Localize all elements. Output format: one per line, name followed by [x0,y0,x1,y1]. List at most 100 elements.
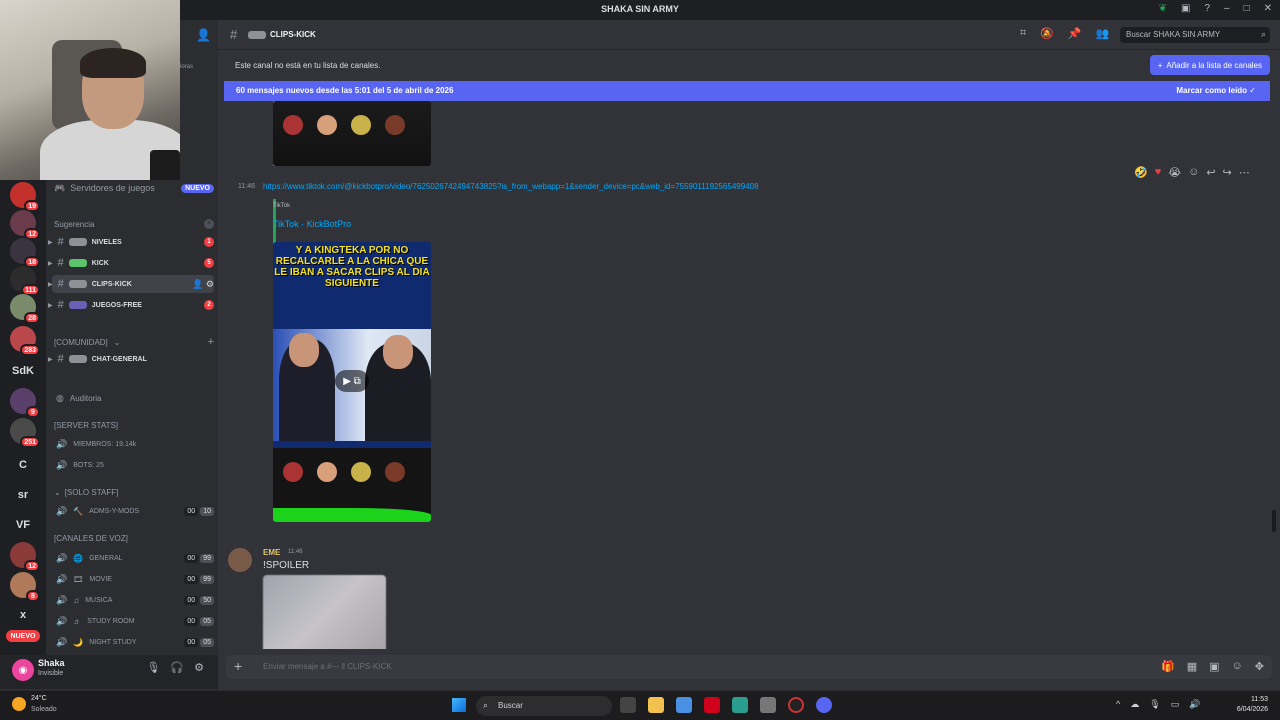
server-icon[interactable]: 12 [10,542,40,572]
maximize-button[interactable]: □ [1244,3,1250,14]
server-icon[interactable]: 283 [10,326,40,356]
server-icon[interactable]: 9 [10,388,40,418]
more-icon[interactable]: ⋯ [1239,166,1250,179]
avatar[interactable] [228,548,252,572]
avatar[interactable]: ◉ [12,659,34,681]
server-icon[interactable]: 12 [10,210,40,240]
category-server-stats[interactable]: [SERVER STATS] [54,421,214,430]
settings-icon[interactable]: ⚙ [194,661,204,674]
voice-channel-movie[interactable]: 🔊 🎞 MOVIE 00 99 [56,571,214,587]
help-icon[interactable]: ? [1204,3,1210,14]
gift-icon[interactable]: 🎁 [1161,660,1175,673]
server-icon[interactable]: 8 [10,572,40,602]
channel-niveles[interactable]: ▶ # NIVELES 1 [48,233,214,251]
weather-sun-icon[interactable] [12,697,26,711]
gif-icon[interactable]: ▦ [1187,660,1197,673]
app-icon[interactable] [704,697,720,713]
laugh-reaction-icon[interactable]: 🤣 [1134,166,1148,179]
server-x[interactable]: x [10,602,36,628]
embed-image-previous[interactable] [273,101,431,166]
voice-channel-night-study[interactable]: 🔊 🌙 NIGHT STUDY 00 05 [56,634,214,650]
threads-icon[interactable]: ⌗ [1020,27,1026,40]
message-composer[interactable]: + Enviar mensaje a #--- ‖ CLIPS-KICK 🎁 ▦… [226,655,1272,679]
server-c[interactable]: C [10,452,36,478]
voice-channel-study-room[interactable]: 🔊 ♬ STUDY ROOM 00 05 [56,613,214,629]
voice-channel-bots[interactable]: 🔊 BOTS: 25 [56,457,214,473]
close-button[interactable]: ✕ [1264,3,1272,14]
heart-reaction-icon[interactable]: ♥ [1155,166,1162,179]
discord-icon[interactable] [816,697,832,713]
monitor-icon[interactable]: ▭ [1171,699,1180,710]
server-icon[interactable]: 19 [10,182,40,212]
mark-read-button[interactable]: Marcar como leído ✓ [1176,86,1256,95]
task-view-icon[interactable] [620,697,636,713]
channel-clips-kick[interactable]: ▶ # CLIPS-KICK 👤 ⚙ [48,275,214,293]
hash-icon: # [57,236,64,248]
channel-juegos-free[interactable]: ▶ # JUEGOS-FREE 2 [48,296,214,314]
app-icon[interactable] [676,697,692,713]
server-icon[interactable]: 18 [10,238,40,268]
microphone-icon[interactable]: 🎙 [146,661,160,674]
chevron-up-icon[interactable]: ^ [1116,699,1120,710]
voice-channel-adms[interactable]: 🔊 🔨 ADMS-Y-MODS 00 10 [56,503,214,519]
add-member-icon[interactable]: 👤 [196,28,211,42]
voice-channel-members[interactable]: 🔊 MIEMBROS: 19.14k [56,436,214,452]
message-author[interactable]: EME [263,548,280,557]
file-explorer-icon[interactable] [648,697,664,713]
voice-channel-general[interactable]: 🔊 🌐 GENERAL 00 99 [56,550,214,566]
embed-video[interactable]: Y A KINGTEKA POR NO RECALCARLE A LA CHIC… [273,242,431,522]
windows-start-icon[interactable] [452,698,466,712]
volume-icon[interactable]: 🔊 [1189,699,1200,710]
spoiler-image[interactable] [263,575,386,649]
search-input[interactable]: Buscar SHAKA SIN ARMY ⌕ [1120,27,1270,43]
sidebar-item-game-servers[interactable]: 🎮 Servidores de juegos NUEVO [54,181,214,195]
music-note-icon: ♬ [73,616,82,626]
emoji-icon[interactable]: ☺ [1232,660,1243,673]
server-icon[interactable]: 111 [10,266,40,296]
category-comunidad[interactable]: [COMUNIDAD] ⌄ + [54,336,214,348]
attach-plus-icon[interactable]: + [234,658,242,674]
apps-icon[interactable]: ✥ [1255,660,1264,673]
members-icon[interactable]: 👥 [1096,27,1110,40]
server-sdk[interactable]: SdK [10,358,36,384]
voice-channel-musica[interactable]: 🔊 ♫ MUSICA 00 50 [56,592,214,608]
edge-icon[interactable] [732,697,748,713]
reply-icon[interactable]: ↩ [1206,166,1215,179]
forward-icon[interactable]: ↪ [1223,166,1232,179]
sticker-icon[interactable]: ▣ [1209,660,1219,673]
category-voice[interactable]: [CANALES DE VOZ] [54,534,214,543]
user-count: 00 99 [184,553,214,563]
app-icon[interactable] [788,697,804,713]
server-icon[interactable]: 28 [10,294,40,324]
app-icon[interactable] [760,697,776,713]
scrollbar[interactable] [1272,510,1276,532]
mute-icon[interactable]: 🔕 [1040,27,1054,40]
minimize-button[interactable]: – [1224,3,1230,14]
channel-settings-icons[interactable]: 👤 ⚙ [192,279,214,290]
server-icon[interactable]: 251 [10,418,40,448]
embed-title[interactable]: TikTok · KickBotPro [273,219,351,229]
pin-icon[interactable]: 📌 [1068,27,1082,40]
category-suggestion[interactable]: Sugerencia × [54,219,214,229]
headphones-icon[interactable]: 🎧 [170,661,184,674]
server-sr[interactable]: sr [10,482,36,508]
add-channel-icon[interactable]: + [208,336,214,348]
cloud-icon[interactable]: ☁ [1130,699,1139,710]
close-icon[interactable]: × [204,219,214,229]
message-link[interactable]: https://www.tiktok.com/@kickbotpro/video… [263,182,759,191]
crying-reaction-icon[interactable]: 😭 [1168,166,1181,179]
channel-chat-general[interactable]: ▶ # CHAT-GENERAL [48,350,214,368]
inbox-icon[interactable]: ▣ [1181,3,1190,14]
add-reaction-icon[interactable]: ☺ [1188,166,1199,179]
category-solo-staff[interactable]: ⌄ [SOLO STAFF] [54,488,214,497]
channel-auditoria[interactable]: ◍ Auditoria [56,390,214,406]
server-vf[interactable]: VF [10,512,36,538]
mic-tray-icon[interactable]: 🎙 [1149,699,1160,710]
taskbar-search-input[interactable]: ⌕ Buscar [476,696,612,716]
clock[interactable]: 11:53 6/04/2026 [1237,695,1268,715]
new-messages-bar[interactable]: 60 mensajes nuevos desde las 5:01 del 5 … [224,81,1270,101]
play-icon[interactable]: ▶ ⧉ [335,370,369,392]
add-to-list-button[interactable]: + Añadir a la lista de canales [1149,55,1270,75]
leaf-icon[interactable]: ❦ [1159,3,1167,14]
channel-kick[interactable]: ▶ # KICK 5 [48,254,214,272]
